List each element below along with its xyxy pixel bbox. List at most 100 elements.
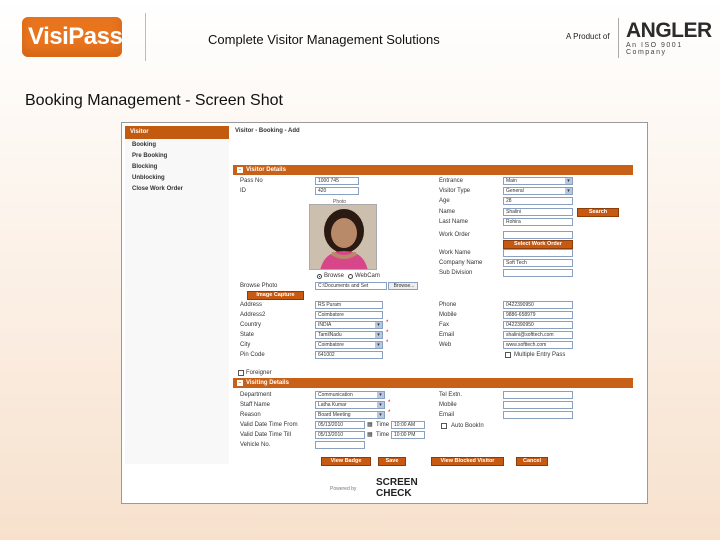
foreigner-checkbox[interactable] xyxy=(238,370,244,376)
sidebar-item-unblocking[interactable]: Unblocking xyxy=(125,172,229,183)
mobile-field[interactable]: 9886-658979 xyxy=(503,311,573,319)
sidebar-item-close-work-order[interactable]: Close Work Order xyxy=(125,183,229,194)
address-field[interactable]: RS Puram xyxy=(315,301,383,309)
staff-name-label: Staff Name xyxy=(240,402,270,408)
image-capture-button[interactable]: Image Capture xyxy=(247,291,304,300)
age-field[interactable]: 28 xyxy=(503,197,573,205)
visitor-type-label: Visitor Type xyxy=(439,188,471,194)
visiting-email-label: Email xyxy=(439,412,455,418)
chevron-down-icon: ▾ xyxy=(565,178,572,184)
booking-form: Visitor - Booking - Add − Visitor Details… xyxy=(233,126,633,466)
valid-from-date-field[interactable]: 05/13/2010 xyxy=(315,421,365,429)
auto-bookin-label: Auto BookIn xyxy=(451,423,484,429)
save-button[interactable]: Save xyxy=(378,457,406,466)
browse-radio[interactable] xyxy=(317,274,322,279)
sidebar-item-booking[interactable]: Booking xyxy=(125,139,229,150)
webcam-radio[interactable] xyxy=(348,274,353,279)
visitor-details-header[interactable]: − Visitor Details xyxy=(233,165,633,175)
valid-from-time-field[interactable]: 10:00 AM xyxy=(391,421,425,429)
calendar-icon[interactable]: ▦ xyxy=(367,421,373,428)
phone-label: Phone xyxy=(439,302,457,308)
age-label: Age xyxy=(439,198,450,204)
browse-photo-path[interactable]: C:\Documents and Set xyxy=(315,282,387,290)
browse-radio-label: Browse xyxy=(324,273,345,279)
entrance-select[interactable]: Main ▾ xyxy=(503,177,573,185)
web-field[interactable]: www.softtech.com xyxy=(503,341,573,349)
angler-brand-name: ANGLER xyxy=(626,19,712,42)
visipass-logo: VisiPass xyxy=(22,17,123,57)
state-select[interactable]: TamilNadu ▾ xyxy=(315,331,383,339)
browse-button[interactable]: Browse... xyxy=(388,282,418,290)
city-select[interactable]: Coimbatore ▾ xyxy=(315,341,383,349)
pincode-field[interactable]: 641002 xyxy=(315,351,383,359)
sidebar-item-pre-booking[interactable]: Pre Booking xyxy=(125,150,229,161)
name-field[interactable]: Shalini xyxy=(503,208,573,216)
app-screenshot: Visitor Booking Pre Booking Blocking Unb… xyxy=(121,122,648,504)
pass-no-label: Pass No xyxy=(240,178,263,184)
time-label: Time xyxy=(376,422,390,428)
tel-extn-label: Tel Extn. xyxy=(439,392,463,398)
sub-division-field[interactable] xyxy=(503,269,573,277)
address2-label: Address2 xyxy=(240,312,266,318)
visitor-photo xyxy=(309,204,377,270)
calendar-icon[interactable]: ▦ xyxy=(367,431,373,438)
multiple-entry-checkbox[interactable] xyxy=(505,352,511,358)
department-select[interactable]: Communication ▾ xyxy=(315,391,385,399)
country-select[interactable]: INDIA ▾ xyxy=(315,321,383,329)
select-work-order-button[interactable]: Select Work Order xyxy=(503,240,573,249)
valid-till-time-field[interactable]: 10:00 PM xyxy=(391,431,425,439)
screencheck-logo-line-1: SCREEN xyxy=(376,477,418,488)
chevron-down-icon: ▾ xyxy=(377,412,384,418)
entrance-label: Entrance xyxy=(439,178,464,184)
work-order-label: Work Order xyxy=(439,232,470,238)
sidebar: Visitor Booking Pre Booking Blocking Unb… xyxy=(125,126,229,464)
country-label: Country xyxy=(240,322,262,328)
work-name-field[interactable] xyxy=(503,249,573,257)
mobile-label: Mobile xyxy=(439,312,457,318)
fax-field[interactable]: 0422390950 xyxy=(503,321,573,329)
department-label: Department xyxy=(240,392,272,398)
multiple-entry-label: Multiple Entry Pass xyxy=(514,352,566,358)
staff-name-select[interactable]: Latha Kumar ▾ xyxy=(315,401,385,409)
reason-select[interactable]: Board Meeting ▾ xyxy=(315,411,385,419)
screencheck-logo-line-2: CHECK xyxy=(376,488,412,499)
last-name-field[interactable]: Rohira xyxy=(503,218,573,226)
work-name-label: Work Name xyxy=(439,250,471,256)
pincode-label: Pin Code xyxy=(240,352,265,358)
address2-field[interactable]: Coimbatore xyxy=(315,311,383,319)
name-label: Name xyxy=(439,209,456,215)
header-divider xyxy=(145,13,146,61)
company-name-field[interactable]: Soft Tech xyxy=(503,259,573,267)
view-badge-button[interactable]: View Badge xyxy=(321,457,371,466)
work-order-field[interactable] xyxy=(503,231,573,239)
collapse-icon: − xyxy=(237,167,243,173)
chevron-down-icon: ▾ xyxy=(375,322,382,328)
id-field[interactable]: 420 xyxy=(315,187,359,195)
visiting-details-header[interactable]: − Visiting Details xyxy=(233,378,633,388)
phone-field[interactable]: 0422390950 xyxy=(503,301,573,309)
valid-till-label: Valid Date Time Till xyxy=(240,432,291,438)
id-label: ID xyxy=(240,188,246,194)
search-button[interactable]: Search xyxy=(577,208,619,217)
visiting-mobile-field[interactable] xyxy=(503,401,573,409)
pass-no-field[interactable]: 1000 745 xyxy=(315,177,359,185)
company-name-label: Company Name xyxy=(439,260,483,266)
cancel-button[interactable]: Cancel xyxy=(516,457,548,466)
fax-label: Fax xyxy=(439,322,450,328)
state-label: State xyxy=(240,332,255,338)
sub-division-label: Sub Division xyxy=(439,270,473,276)
sidebar-item-blocking[interactable]: Blocking xyxy=(125,161,229,172)
valid-till-date-field[interactable]: 05/13/2010 xyxy=(315,431,365,439)
screencheck-logo: SCREEN CHECK xyxy=(374,475,438,499)
vehicle-no-field[interactable] xyxy=(315,441,365,449)
tel-extn-field[interactable] xyxy=(503,391,573,399)
required-marker: * xyxy=(386,330,389,336)
view-blocked-visitor-button[interactable]: View Blocked Visitor xyxy=(431,457,504,466)
email-field[interactable]: shalini@softtech.com xyxy=(503,331,573,339)
visitor-type-select[interactable]: General ▾ xyxy=(503,187,573,195)
city-label: City xyxy=(240,342,251,348)
auto-bookin-checkbox[interactable] xyxy=(441,423,447,429)
chevron-down-icon: ▾ xyxy=(377,402,384,408)
email-label: Email xyxy=(439,332,455,338)
visiting-email-field[interactable] xyxy=(503,411,573,419)
